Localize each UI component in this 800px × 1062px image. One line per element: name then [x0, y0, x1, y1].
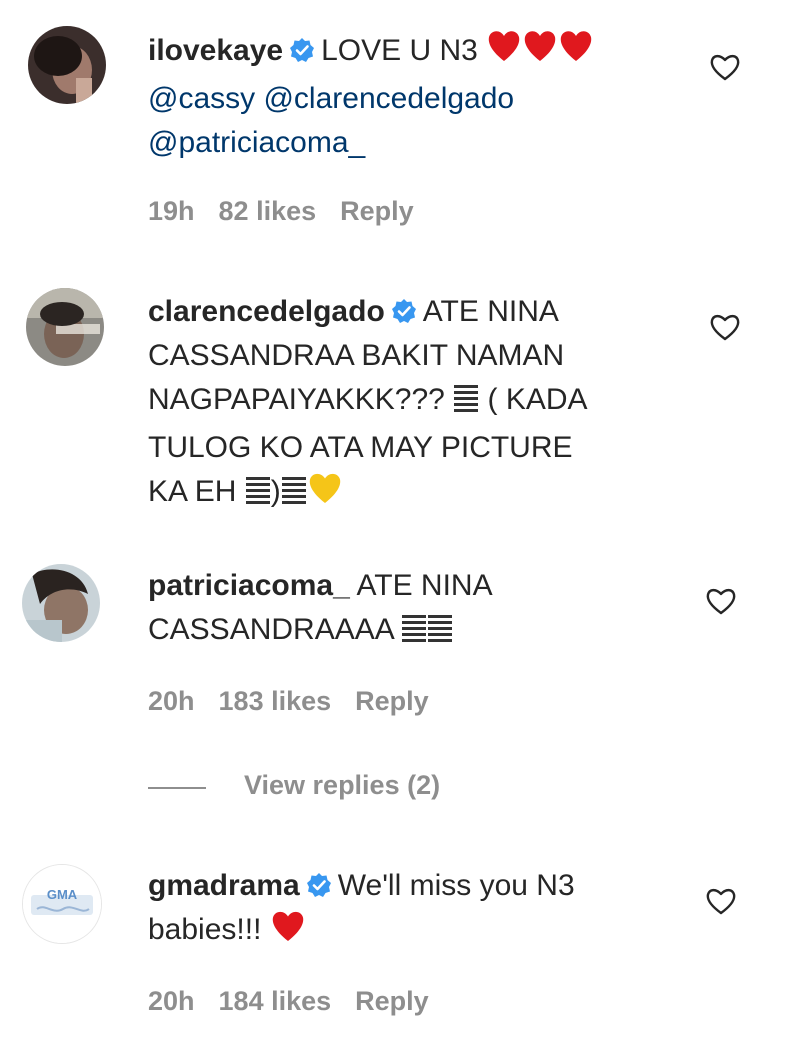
comment-body: gmadrama We'll miss you N3 babies!!!: [148, 864, 688, 956]
comment-time[interactable]: 19h: [148, 196, 195, 226]
missing-glyph-icon: [245, 474, 271, 518]
missing-glyph-icon: [427, 612, 453, 656]
comment-body: ilovekaye LOVE U N3 @cassy @clarencedelga…: [148, 28, 688, 165]
heart-outline-icon[interactable]: [704, 884, 738, 918]
comment-text: CASSANDRAA BAKIT NAMAN: [148, 339, 565, 372]
comment-text: ATE NINA: [422, 295, 559, 328]
comment-time[interactable]: 20h: [148, 686, 195, 716]
heart-outline-icon[interactable]: [708, 50, 742, 84]
username[interactable]: clarencedelgado: [148, 295, 385, 328]
avatar[interactable]: GMA: [22, 864, 102, 944]
missing-glyph-icon: [453, 382, 479, 426]
verified-badge-icon: [290, 38, 315, 62]
comment-text: ( KADA: [487, 383, 588, 416]
username[interactable]: gmadrama: [148, 869, 300, 902]
avatar[interactable]: [28, 26, 106, 104]
comment-text: We'll miss you N3: [337, 869, 575, 902]
missing-glyph-icon: [401, 612, 427, 656]
comment-meta: 20h 183 likes Reply: [148, 686, 453, 717]
likes-count[interactable]: 82 likes: [219, 196, 317, 226]
yellow-heart-emoji-icon: [307, 471, 343, 518]
comment-text: KA EH: [148, 475, 237, 508]
comment-text: NAGPAPAIYAKKK???: [148, 383, 445, 416]
comment-text: LOVE U N3: [321, 34, 478, 67]
avatar-logo-text: GMA: [47, 887, 78, 902]
comment-text: ): [270, 475, 281, 508]
likes-count[interactable]: 184 likes: [219, 986, 332, 1016]
verified-badge-icon: [306, 873, 331, 897]
heart-outline-icon[interactable]: [704, 584, 738, 618]
username[interactable]: ilovekaye: [148, 34, 283, 67]
missing-glyph-icon: [281, 474, 307, 518]
view-replies-label[interactable]: View replies (2): [244, 770, 440, 801]
mention-link[interactable]: @patriciacoma_: [148, 126, 365, 159]
comments-list: ilovekaye LOVE U N3 @cassy @clarencedelga…: [0, 0, 800, 1062]
reply-button[interactable]: Reply: [355, 686, 429, 716]
red-hearts-emoji-icon: [486, 28, 594, 77]
comment-text: TULOG KO ATA MAY PICTURE: [148, 431, 573, 464]
comment-body: clarencedelgado ATE NINA CASSANDRAA BAKIT…: [148, 290, 688, 518]
verified-badge-icon: [391, 299, 416, 323]
divider-line: [148, 787, 206, 789]
comment-meta: 20h 184 likes Reply: [148, 986, 453, 1017]
comment-text: CASSANDRAAAA: [148, 613, 394, 646]
avatar[interactable]: [22, 564, 100, 642]
reply-button[interactable]: Reply: [340, 196, 414, 226]
comment-text: ATE NINA: [356, 569, 493, 602]
comment-text: babies!!!: [148, 913, 262, 946]
heart-outline-icon[interactable]: [708, 310, 742, 344]
avatar[interactable]: [26, 288, 104, 366]
likes-count[interactable]: 183 likes: [219, 686, 332, 716]
comment-meta: 19h 82 likes Reply: [148, 196, 438, 227]
comment-time[interactable]: 20h: [148, 986, 195, 1016]
reply-button[interactable]: Reply: [355, 986, 429, 1016]
comment-body: patriciacoma_ ATE NINA CASSANDRAAAA: [148, 564, 688, 656]
red-heart-emoji-icon: [270, 909, 306, 956]
mention-links[interactable]: @cassy @clarencedelgado: [148, 82, 514, 115]
username[interactable]: patriciacoma_: [148, 569, 350, 602]
